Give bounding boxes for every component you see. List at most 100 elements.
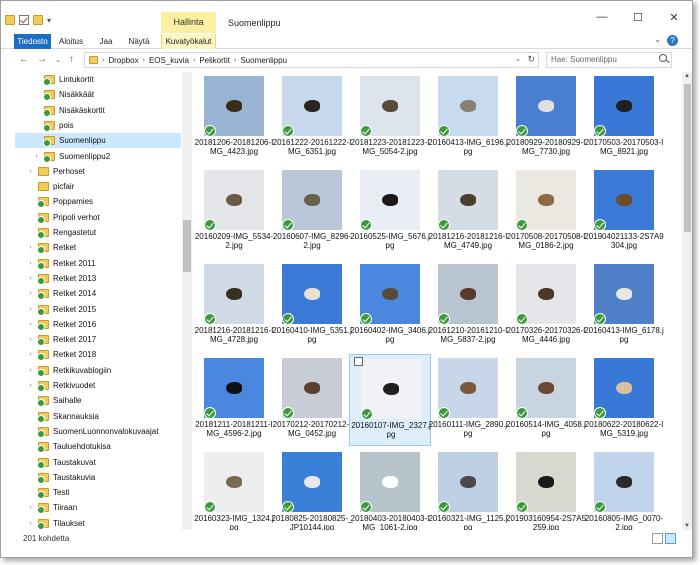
file-item[interactable]: 20170212-2017021​2-IMG_0452.jpg	[271, 354, 353, 446]
sidebar-item[interactable]: › Tiiraan	[27, 500, 77, 515]
scrollbar-thumb[interactable]	[183, 220, 191, 272]
search-icon[interactable]	[659, 54, 667, 62]
details-view-icon[interactable]	[652, 533, 663, 544]
back-arrow-icon[interactable]: ←	[19, 54, 29, 65]
sidebar-item[interactable]: › Suomenlippu2	[33, 149, 110, 164]
file-item[interactable]: 20160402-IMG_3406.jpg	[349, 260, 431, 352]
sidebar-item[interactable]: › Retket 2013	[27, 271, 96, 286]
sidebar-item[interactable]: Nisäkäskortit	[33, 103, 105, 118]
sidebar-item[interactable]: › Retket 2015	[27, 302, 96, 317]
file-item[interactable]: 20160413-IMG_6196.jpg	[427, 72, 509, 164]
expand-arrow-icon[interactable]: ›	[27, 363, 34, 378]
maximize-button[interactable]: ☐	[620, 11, 656, 24]
address-bar[interactable]: › Dropbox › EOS_kuvia › Pelikortit › Suo…	[84, 52, 539, 68]
refresh-icon[interactable]: ↻	[527, 54, 535, 65]
sidebar-item[interactable]: › Retket 2017	[27, 332, 96, 347]
breadcrumb-suomenlippu[interactable]: Suomenlippu	[240, 56, 287, 65]
new-folder-icon[interactable]	[33, 15, 43, 25]
sidebar-item[interactable]: Testi	[27, 485, 69, 500]
file-item[interactable]: 20190402113​3-2S7A9304.jpg	[583, 166, 665, 258]
sidebar-item[interactable]: › Perhoset	[27, 164, 85, 179]
file-item[interactable]: 20160111-IMG_2890.jpg	[427, 354, 509, 446]
scroll-down-icon[interactable]: ▼	[684, 523, 690, 529]
chevron-right-icon[interactable]: ›	[102, 57, 104, 64]
expand-arrow-icon[interactable]: ›	[27, 332, 34, 347]
file-item[interactable]: 20160607-IMG_8296-2.jpg	[271, 166, 353, 258]
file-item[interactable]: 20170503-2017050​3-IMG_8921.jpg	[583, 72, 665, 164]
tab-jaa[interactable]: Jaa	[97, 34, 115, 49]
sidebar-item[interactable]: Lintukortit	[33, 72, 94, 87]
file-item[interactable]: 20180825-2018082​5-_JP10144.jpg	[271, 448, 353, 530]
file-item[interactable]: 20181223-2018122​3-IMG_5054-2.jpg	[349, 72, 431, 164]
folder-icon[interactable]	[5, 15, 15, 25]
expand-arrow-icon[interactable]: ›	[27, 164, 34, 179]
file-item[interactable]: 20181216-2018121​6-IMG_4728.jpg	[194, 260, 275, 352]
file-item[interactable]: 20180929-2018092​9-IMG_7730.jpg	[505, 72, 587, 164]
sidebar-item[interactable]: › Retket	[27, 240, 76, 255]
scroll-up-icon[interactable]: ▲	[684, 73, 690, 79]
sidebar-item[interactable]: Nisäkkäät	[33, 87, 94, 102]
sidebar-item[interactable]: Pripoli verhot	[27, 210, 100, 225]
chevron-right-icon[interactable]: ›	[143, 57, 145, 64]
sidebar-item[interactable]: Taustakuvat	[27, 455, 96, 470]
chevron-right-icon[interactable]: ›	[193, 57, 195, 64]
sidebar-item[interactable]: › Retket 2018	[27, 347, 96, 362]
thumbnail-view-icon[interactable]	[665, 533, 676, 544]
breadcrumb-eos-kuvia[interactable]: EOS_kuvia	[149, 56, 189, 65]
file-item[interactable]: 20161222-2016122​2-IMG_6351.jpg	[271, 72, 353, 164]
sidebar-item[interactable]: › Retket 2014	[27, 286, 96, 301]
minimize-button[interactable]: —	[584, 11, 620, 24]
file-item[interactable]: 20180622-2018062​2-IMG_5319.jpg	[583, 354, 665, 446]
file-item[interactable]: 20160413-IMG_6178.jpg	[583, 260, 665, 352]
sidebar-item[interactable]: › Retket 2016	[27, 317, 96, 332]
file-item[interactable]: 20160805-IMG_0070-2.jpg	[583, 448, 665, 530]
expand-arrow-icon[interactable]: ›	[27, 516, 34, 530]
sidebar-item[interactable]: Rengastetut	[27, 225, 96, 240]
expand-arrow-icon[interactable]: ›	[27, 256, 34, 271]
file-item[interactable]: 20160410-IMG_5351.jpg	[271, 260, 353, 352]
sidebar-item[interactable]: Suomenlippu	[15, 133, 181, 149]
expand-arrow-icon[interactable]: ›	[27, 317, 34, 332]
navigation-pane-scrollbar[interactable]	[182, 72, 192, 530]
sidebar-item[interactable]: picfair	[27, 179, 74, 194]
chevron-down-icon[interactable]: ⌄	[515, 55, 521, 63]
expand-arrow-icon[interactable]: ›	[27, 302, 34, 317]
sidebar-item[interactable]: pois	[33, 118, 74, 133]
scrollbar-thumb[interactable]	[684, 84, 691, 232]
qat-dropdown-icon[interactable]: ▾	[47, 16, 51, 25]
file-item[interactable]: 20160525-IMG_5676.jpg	[349, 166, 431, 258]
expand-arrow-icon[interactable]: ›	[33, 149, 40, 164]
sidebar-item[interactable]: › Tilaukset	[27, 516, 85, 530]
file-item[interactable]: 20160209-IMG_5534-2.jpg	[194, 166, 275, 258]
tab-aloitus[interactable]: Aloitus	[57, 34, 85, 49]
sidebar-item[interactable]: › Retket 2011	[27, 256, 96, 271]
close-button[interactable]: ✕	[656, 11, 692, 24]
expand-arrow-icon[interactable]: ›	[27, 378, 34, 393]
sidebar-item[interactable]: Taustakuvia	[27, 470, 95, 485]
search-input[interactable]: Hae: Suomenlippu	[551, 55, 617, 64]
file-item[interactable]: 20161210-2016121​0-IMG_5837-2.jpg	[427, 260, 509, 352]
breadcrumb-pelikortit[interactable]: Pelikortit	[199, 56, 230, 65]
checkbox-icon[interactable]	[19, 15, 29, 25]
sidebar-item[interactable]: SuomenLuonnonvalokuvaajat	[27, 424, 158, 439]
file-item[interactable]: 20181216-2018121​6-IMG_4749.jpg	[427, 166, 509, 258]
file-grid-scrollbar[interactable]: ▲ ▼	[682, 72, 692, 530]
search-box[interactable]: Hae: Suomenlippu	[546, 52, 672, 68]
expand-arrow-icon[interactable]: ›	[27, 500, 34, 515]
file-item[interactable]: 20160514-IMG_4058.jpg	[505, 354, 587, 446]
expand-arrow-icon[interactable]: ›	[27, 271, 34, 286]
tab-tiedosto[interactable]: Tiedosto	[14, 34, 51, 49]
tab-nayta[interactable]: Näytä	[128, 34, 150, 49]
tab-kuvatyokalut[interactable]: Kuvatyökalut	[161, 34, 216, 49]
file-item[interactable]: 20160321-IMG_1125.jpg	[427, 448, 509, 530]
help-icon[interactable]: ?	[667, 35, 678, 46]
sidebar-item[interactable]: Poppamies	[27, 194, 93, 209]
file-item[interactable]: 20181211-2018121​1-IMG_4596-2.jpg	[194, 354, 275, 446]
expand-arrow-icon[interactable]: ›	[27, 240, 34, 255]
up-arrow-icon[interactable]: ↑	[69, 54, 74, 65]
sidebar-item[interactable]: Tauluehdotukisa	[27, 439, 111, 454]
expand-arrow-icon[interactable]: ›	[27, 286, 34, 301]
file-item[interactable]: 20181206-2018120​6-IMG_4423.jpg	[194, 72, 275, 164]
forward-arrow-icon[interactable]: →	[37, 54, 47, 65]
sidebar-item[interactable]: › Retkivuodet	[27, 378, 95, 393]
